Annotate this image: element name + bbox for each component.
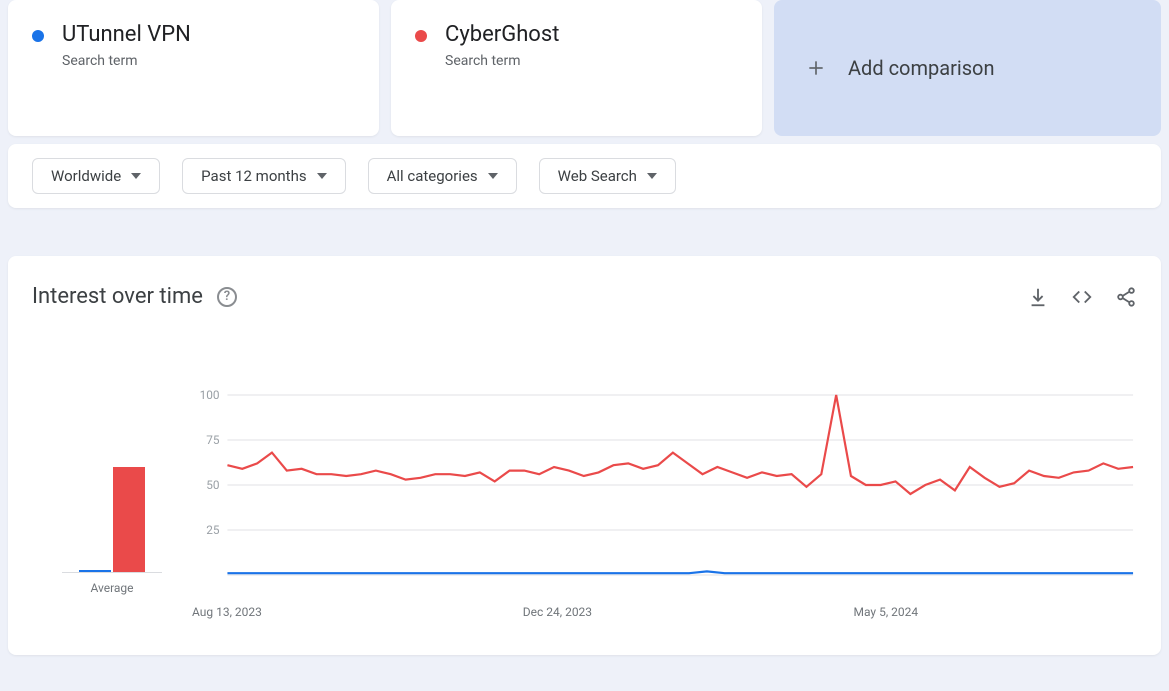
svg-text:25: 25 [206, 523, 220, 537]
line-chart-svg: 25 50 75 100 [192, 389, 1137, 599]
chevron-down-icon [488, 173, 498, 179]
svg-text:100: 100 [200, 389, 220, 402]
term-info: UTunnel VPN Search term [62, 22, 191, 69]
line-chart: 25 50 75 100 Aug 13, 2023 Dec 24, 2023 May … [192, 389, 1137, 619]
average-column: Average [32, 389, 192, 619]
term-card-1[interactable]: UTunnel VPN Search term [8, 0, 379, 136]
category-filter-label: All categories [387, 167, 478, 185]
timeframe-filter-label: Past 12 months [201, 167, 306, 185]
chart-header: Interest over time ? [32, 284, 1137, 309]
x-tick-label: May 5, 2024 [854, 605, 1138, 619]
chart-title: Interest over time [32, 284, 203, 309]
region-filter[interactable]: Worldwide [32, 158, 160, 194]
chart-actions [1027, 286, 1137, 308]
embed-icon[interactable] [1071, 286, 1093, 308]
timeframe-filter[interactable]: Past 12 months [182, 158, 345, 194]
average-bars [62, 389, 162, 573]
chevron-down-icon [131, 173, 141, 179]
comparison-terms-row: UTunnel VPN Search term CyberGhost Searc… [0, 0, 1169, 136]
chart-title-wrap: Interest over time ? [32, 284, 237, 309]
search-type-filter[interactable]: Web Search [539, 158, 676, 194]
average-label: Average [90, 581, 133, 595]
add-comparison-label: Add comparison [848, 56, 995, 80]
download-icon[interactable] [1027, 286, 1049, 308]
x-axis-labels: Aug 13, 2023 Dec 24, 2023 May 5, 2024 [192, 605, 1137, 619]
interest-over-time-card: Interest over time ? Average 25 50 75 100 A… [8, 256, 1161, 655]
term-name: CyberGhost [445, 22, 559, 47]
region-filter-label: Worldwide [51, 167, 121, 185]
category-filter[interactable]: All categories [368, 158, 517, 194]
search-type-filter-label: Web Search [558, 167, 637, 185]
svg-text:75: 75 [206, 433, 220, 447]
term-info: CyberGhost Search term [445, 22, 559, 69]
help-icon[interactable]: ? [217, 287, 237, 307]
chevron-down-icon [647, 173, 657, 179]
term-color-dot [32, 30, 44, 42]
share-icon[interactable] [1115, 286, 1137, 308]
x-tick-label: Dec 24, 2023 [523, 605, 854, 619]
term-subtitle: Search term [62, 53, 191, 69]
add-comparison-button[interactable]: Add comparison [774, 0, 1161, 136]
x-tick-label: Aug 13, 2023 [192, 605, 523, 619]
term-subtitle: Search term [445, 53, 559, 69]
chart-body: Average 25 50 75 100 Aug 13, 2023 Dec 24, 2… [32, 389, 1137, 619]
term-color-dot [415, 30, 427, 42]
term-name: UTunnel VPN [62, 22, 191, 47]
plus-icon [806, 58, 826, 78]
svg-text:50: 50 [206, 478, 220, 492]
term-card-2[interactable]: CyberGhost Search term [391, 0, 762, 136]
filter-bar: Worldwide Past 12 months All categories … [8, 144, 1161, 208]
chevron-down-icon [317, 173, 327, 179]
